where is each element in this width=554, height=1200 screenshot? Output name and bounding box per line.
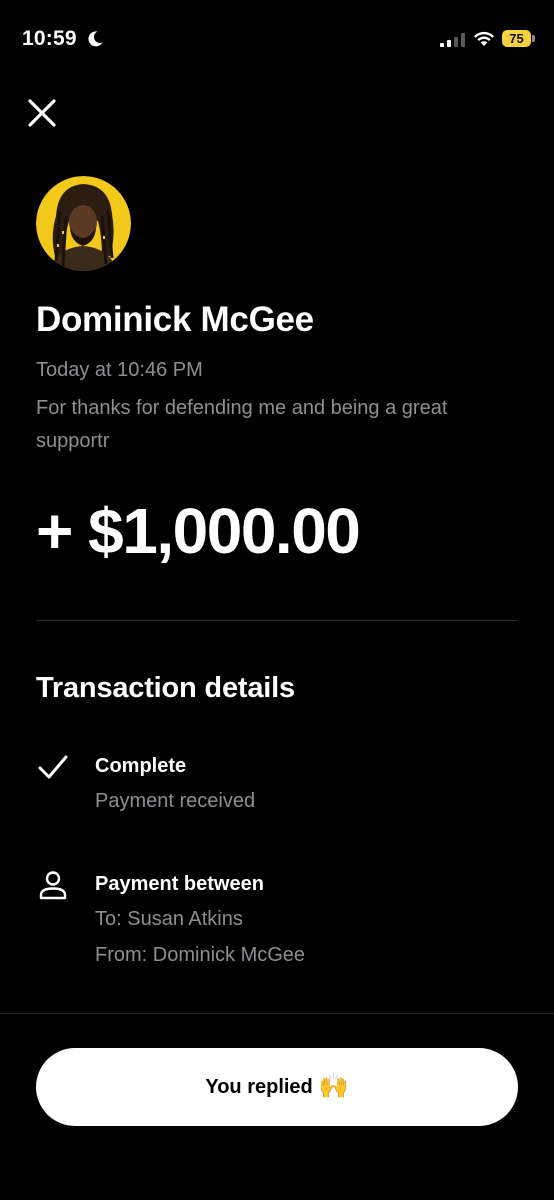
- replied-label: You replied: [205, 1075, 313, 1098]
- person-icon: [39, 871, 67, 900]
- battery-indicator: 75: [502, 30, 531, 47]
- payment-to: To: Susan Atkins: [95, 908, 243, 930]
- moon-icon: [88, 31, 103, 47]
- payment-note: For thanks for defending me and being a …: [36, 397, 448, 452]
- divider: [36, 620, 518, 621]
- footer-divider: [0, 1013, 554, 1014]
- avatar: [36, 176, 131, 271]
- transaction-details-title: Transaction details: [36, 672, 295, 704]
- battery-nub: [532, 35, 535, 42]
- raised-hands-icon: 🙌: [318, 1073, 349, 1100]
- status-time: 10:59: [22, 27, 77, 50]
- status-subtitle: Payment received: [95, 790, 256, 812]
- signal-icon: [440, 33, 465, 47]
- payment-amount: + $1,000.00: [36, 495, 361, 567]
- wifi-icon: [474, 31, 494, 46]
- status-bar: 10:59 75: [0, 0, 554, 84]
- close-icon[interactable]: [24, 95, 60, 131]
- replied-button[interactable]: You replied 🙌: [36, 1048, 518, 1126]
- payment-timestamp: Today at 10:46 PM: [36, 359, 203, 381]
- payment-between-title: Payment between: [95, 873, 264, 895]
- status-title: Complete: [95, 755, 187, 777]
- payment-from: From: Dominick McGee: [95, 944, 306, 966]
- sender-name: Dominick McGee: [36, 300, 314, 339]
- check-icon: [38, 755, 68, 779]
